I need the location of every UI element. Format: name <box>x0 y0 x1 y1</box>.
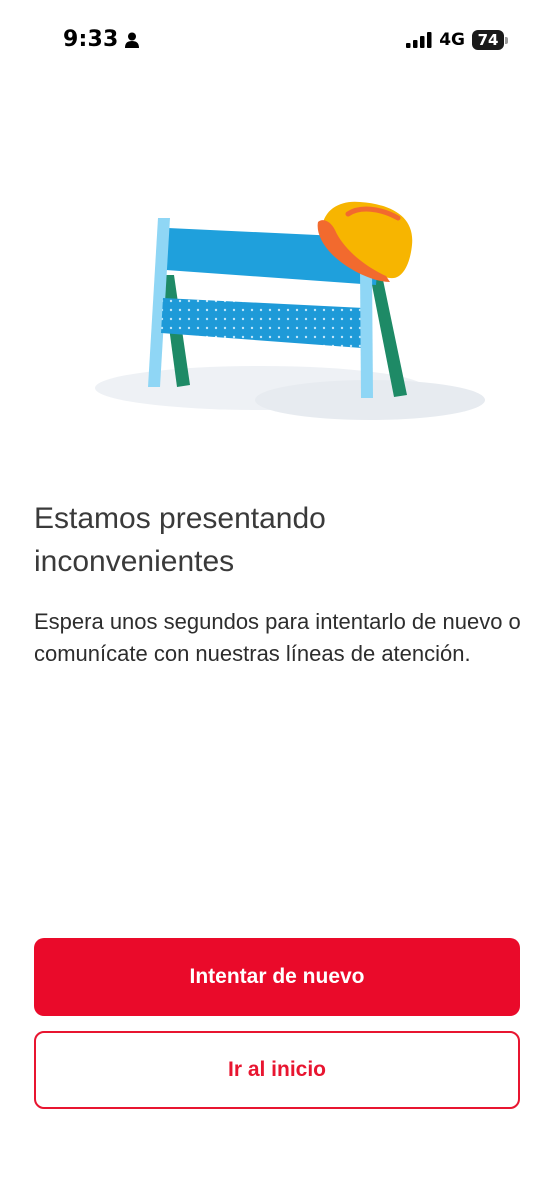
page-title: Estamos presentando inconvenientes <box>34 497 514 583</box>
title-line-2: inconvenientes <box>34 545 235 578</box>
title-line-1: Estamos presentando <box>34 502 326 535</box>
retry-button[interactable]: Intentar de nuevo <box>34 938 520 1016</box>
bottom-board <box>161 298 364 348</box>
status-bar: 9:33 4G 74 <box>0 0 554 84</box>
status-time: 9:33 <box>63 27 119 52</box>
person-icon <box>124 32 139 48</box>
retry-button-label: Intentar de nuevo <box>189 965 365 988</box>
status-indicators: 4G 74 <box>406 30 508 50</box>
battery-icon: 74 <box>472 30 508 50</box>
construction-barrier-with-hard-hat-icon <box>60 190 500 430</box>
illustration-svg <box>95 201 485 420</box>
error-description: Espera unos segundos para intentarlo de … <box>34 609 521 666</box>
right-front-leg <box>360 268 373 398</box>
signal-bars-icon <box>406 32 432 48</box>
network-type: 4G <box>439 30 465 50</box>
status-time-group: 9:33 <box>63 27 139 52</box>
battery-tip <box>505 36 508 44</box>
go-home-button-label: Ir al inicio <box>227 1058 327 1081</box>
go-home-button[interactable]: Ir al inicio <box>34 1031 520 1109</box>
battery-level: 74 <box>472 30 504 50</box>
